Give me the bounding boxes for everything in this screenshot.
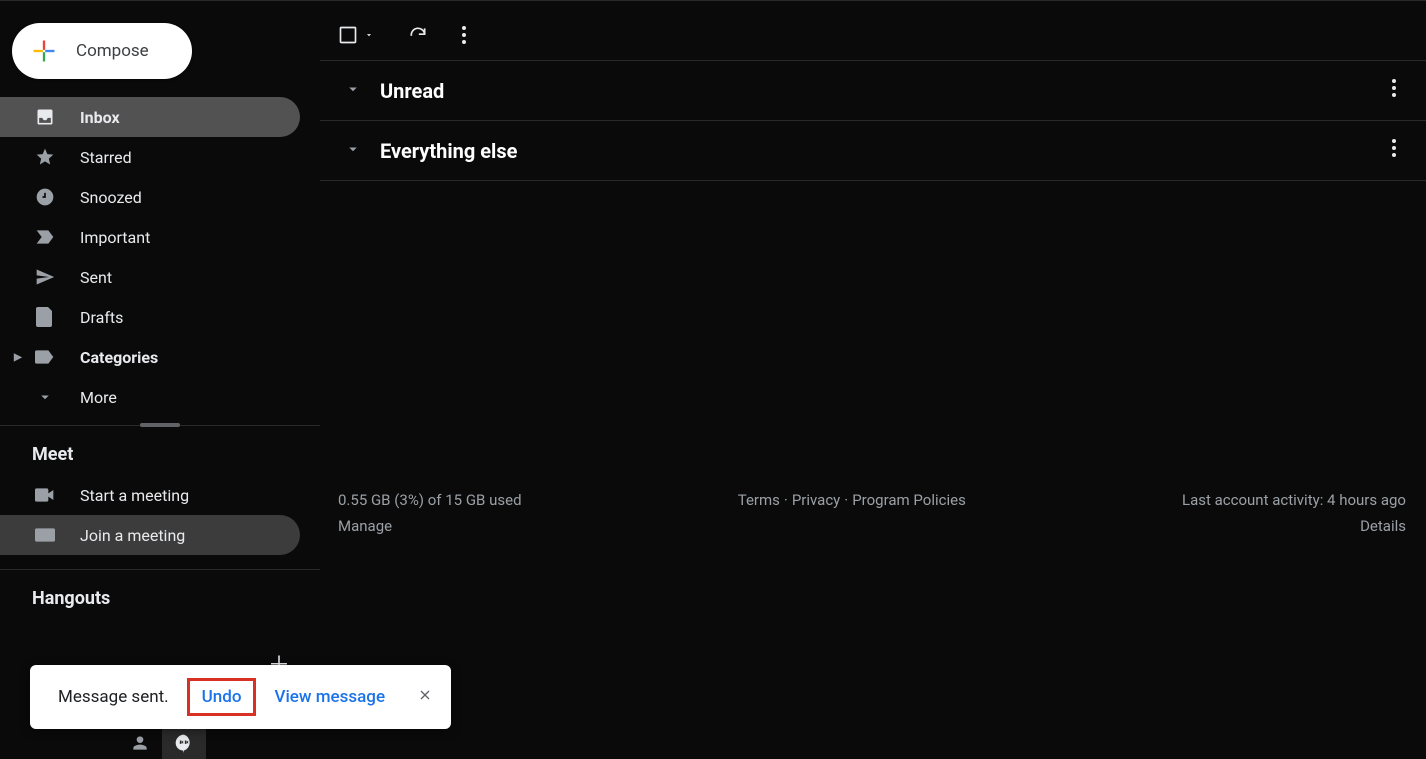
- sidebar-item-snoozed[interactable]: Snoozed: [0, 177, 300, 217]
- sidebar-item-starred[interactable]: Starred: [0, 137, 300, 177]
- sidebar-item-sent[interactable]: Sent: [0, 257, 300, 297]
- drafts-icon: [34, 307, 56, 327]
- sidebar-item-categories[interactable]: ▶ Categories: [0, 337, 300, 377]
- sidebar-item-start-meeting[interactable]: Start a meeting: [0, 475, 300, 515]
- more-button[interactable]: [462, 26, 466, 44]
- dropdown-caret-icon: [364, 30, 374, 40]
- hangouts-title: Hangouts: [0, 570, 320, 619]
- section-menu-button[interactable]: [1392, 79, 1396, 102]
- keyboard-icon: [34, 528, 56, 542]
- nav-label: Starred: [80, 148, 132, 167]
- compose-button[interactable]: Compose: [12, 23, 192, 79]
- important-icon: [34, 229, 56, 245]
- nav-label: Start a meeting: [80, 486, 189, 505]
- chevron-down-icon: [344, 80, 362, 102]
- section-label: Unread: [380, 79, 444, 103]
- details-link[interactable]: Details: [1182, 517, 1406, 535]
- toast-message: Message sent.: [58, 687, 169, 707]
- nav-label: Join a meeting: [80, 526, 185, 545]
- chevron-down-icon: [344, 140, 362, 162]
- sidebar-item-inbox[interactable]: Inbox: [0, 97, 300, 137]
- star-icon: [34, 147, 56, 167]
- bottom-tabs: [118, 727, 206, 759]
- privacy-link[interactable]: Privacy: [792, 491, 840, 509]
- caret-right-icon: ▶: [14, 352, 22, 363]
- nav-label: Inbox: [80, 108, 120, 127]
- hangouts-tab[interactable]: [162, 727, 206, 759]
- activity-text: Last account activity: 4 hours ago: [1182, 491, 1406, 509]
- undo-button[interactable]: Undo: [187, 678, 257, 716]
- nav-label: More: [80, 388, 117, 407]
- sidebar: Compose Inbox Starred Snoozed Important …: [0, 1, 320, 759]
- select-all-checkbox[interactable]: [338, 25, 374, 45]
- message-sent-toast: Message sent. Undo View message: [30, 665, 451, 729]
- main: Unread Everything else 0.55 GB (3%) of 1…: [320, 1, 1426, 759]
- clock-icon: [34, 187, 56, 207]
- sidebar-item-join-meeting[interactable]: Join a meeting: [0, 515, 300, 555]
- sidebar-item-important[interactable]: Important: [0, 217, 300, 257]
- policies-link[interactable]: Program Policies: [852, 491, 966, 509]
- nav-label: Snoozed: [80, 188, 142, 207]
- nav-label: Categories: [80, 348, 158, 367]
- toolbar: [320, 9, 1426, 61]
- contacts-tab[interactable]: [118, 727, 162, 759]
- inbox-icon: [34, 107, 56, 127]
- view-message-button[interactable]: View message: [274, 687, 385, 707]
- nav-label: Important: [80, 228, 150, 247]
- drag-handle[interactable]: [140, 423, 180, 427]
- sidebar-item-drafts[interactable]: Drafts: [0, 297, 300, 337]
- nav-label: Drafts: [80, 308, 123, 327]
- compose-label: Compose: [76, 41, 149, 61]
- close-toast-button[interactable]: [417, 687, 433, 708]
- section-label: Everything else: [380, 139, 517, 163]
- meet-title: Meet: [0, 426, 320, 475]
- nav-label: Sent: [80, 268, 112, 287]
- section-menu-button[interactable]: [1392, 139, 1396, 162]
- section-unread[interactable]: Unread: [320, 61, 1426, 121]
- divider: [0, 425, 320, 426]
- sent-icon: [34, 267, 56, 287]
- terms-link[interactable]: Terms: [738, 491, 780, 509]
- video-icon: [34, 488, 56, 502]
- storage-text: 0.55 GB (3%) of 15 GB used: [338, 491, 522, 509]
- footer: 0.55 GB (3%) of 15 GB used Manage Terms·…: [338, 491, 1406, 535]
- manage-link[interactable]: Manage: [338, 517, 522, 535]
- sidebar-item-more[interactable]: More: [0, 377, 300, 417]
- compose-plus-icon: [30, 37, 58, 65]
- refresh-button[interactable]: [408, 25, 428, 45]
- label-icon: [34, 349, 56, 365]
- chevron-down-icon: [34, 388, 56, 406]
- section-everything-else[interactable]: Everything else: [320, 121, 1426, 181]
